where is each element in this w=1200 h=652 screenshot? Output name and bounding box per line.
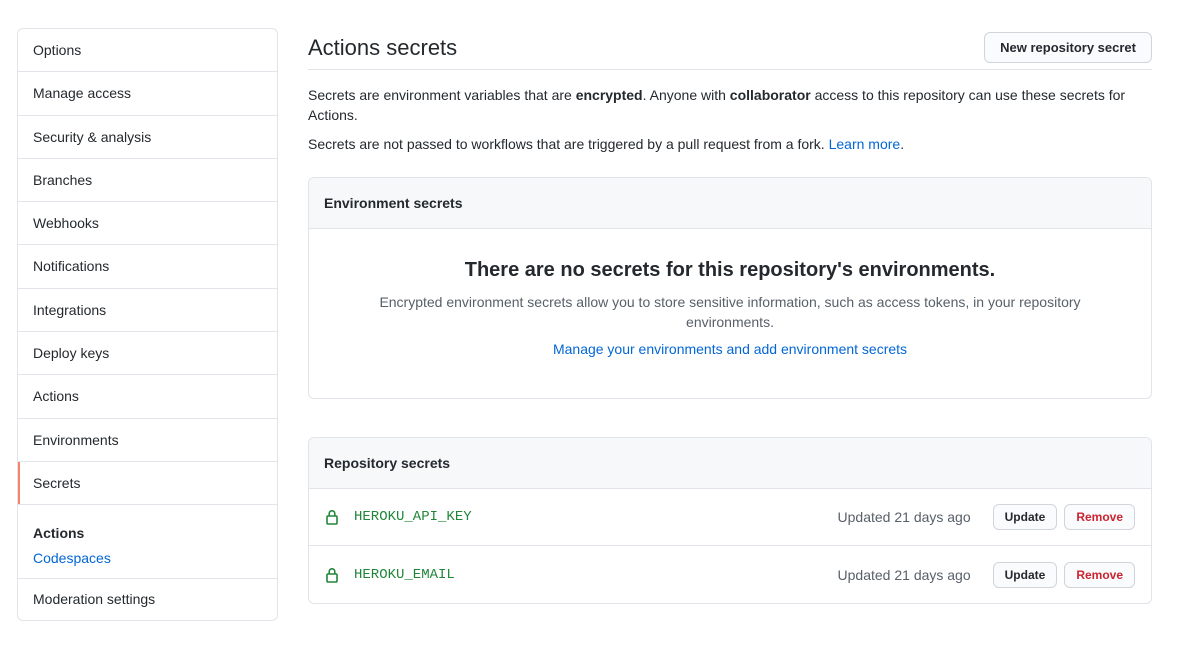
secret-name: HEROKU_API_KEY bbox=[354, 509, 472, 525]
secret-updated-time: Updated 21 days ago bbox=[837, 509, 971, 525]
sidebar-subitem-codespaces[interactable]: Codespaces bbox=[33, 550, 262, 566]
secret-updated-time: Updated 21 days ago bbox=[837, 566, 971, 583]
sidebar-item-integrations[interactable]: Integrations bbox=[18, 289, 277, 333]
environment-secrets-box: Environment secrets There are no secrets… bbox=[308, 177, 1152, 399]
environment-secrets-heading: Environment secrets bbox=[309, 178, 1151, 229]
sidebar-item-environments[interactable]: Environments bbox=[18, 419, 277, 462]
sidebar-item-secrets[interactable]: Secrets bbox=[18, 461, 277, 506]
remove-secret-button[interactable]: Remove bbox=[1064, 561, 1135, 588]
update-secret-button[interactable]: Update bbox=[992, 504, 1058, 530]
fork-notice: Secrets are not passed to workflows that… bbox=[308, 134, 1152, 154]
environment-secrets-blankslate: There are no secrets for this repository… bbox=[309, 229, 1151, 357]
lock-icon bbox=[325, 567, 339, 583]
sidebar-item-actions[interactable]: Actions bbox=[18, 375, 277, 419]
blankslate-text: Encrypted environment secrets allow you … bbox=[379, 294, 1081, 330]
sidebar-item-security-analysis[interactable]: Security & analysis bbox=[18, 116, 277, 159]
sidebar-secrets-subgroup: Actions Codespaces bbox=[18, 505, 277, 580]
new-repository-secret-button[interactable]: New repository secret bbox=[984, 32, 1152, 63]
sidebar-subitem-actions[interactable]: Actions bbox=[33, 525, 262, 541]
sidebar-item-moderation-settings[interactable]: Moderation settings bbox=[18, 579, 277, 620]
sidebar-item-options[interactable]: Options bbox=[18, 29, 277, 73]
fork-notice-end: . bbox=[900, 136, 905, 152]
desc-text: Secrets are environment variables that a… bbox=[308, 87, 576, 103]
blankslate-title: There are no secrets for this repository… bbox=[464, 259, 996, 281]
learn-more-link[interactable]: Learn more bbox=[829, 136, 901, 152]
desc-emphasis-collaborator: collaborator bbox=[729, 87, 811, 103]
sidebar-item-webhooks[interactable]: Webhooks bbox=[18, 202, 277, 246]
desc-emphasis-encrypted: encrypted bbox=[575, 87, 643, 103]
repository-secrets-box: Repository secrets HEROKU_API_KEY Update… bbox=[308, 437, 1152, 604]
page-title: Actions secrets bbox=[308, 34, 458, 60]
secret-name: HEROKU_EMAIL bbox=[354, 566, 455, 583]
settings-page: Options Manage access Security & analysi… bbox=[0, 0, 1200, 652]
secret-row: HEROKU_EMAIL Updated 21 days ago Update … bbox=[309, 546, 1151, 603]
remove-secret-button[interactable]: Remove bbox=[1064, 504, 1135, 530]
page-header: Actions secrets New repository secret bbox=[308, 28, 1152, 70]
sidebar-item-deploy-keys[interactable]: Deploy keys bbox=[18, 332, 277, 376]
lock-icon bbox=[325, 509, 339, 525]
fork-notice-text: Secrets are not passed to workflows that… bbox=[308, 136, 829, 152]
sidebar-item-manage-access[interactable]: Manage access bbox=[18, 72, 277, 116]
manage-environments-link[interactable]: Manage your environments and add environ… bbox=[553, 341, 907, 357]
settings-sidebar: Options Manage access Security & analysi… bbox=[17, 28, 278, 622]
secrets-description: Secrets are environment variables that a… bbox=[308, 85, 1152, 125]
main-content: Actions secrets New repository secret Se… bbox=[308, 28, 1152, 604]
repository-secrets-heading: Repository secrets bbox=[309, 438, 1151, 489]
sidebar-item-notifications[interactable]: Notifications bbox=[18, 245, 277, 289]
update-secret-button[interactable]: Update bbox=[992, 561, 1058, 588]
secret-row: HEROKU_API_KEY Updated 21 days ago Updat… bbox=[309, 489, 1151, 546]
sidebar-item-branches[interactable]: Branches bbox=[18, 159, 277, 203]
desc-text: . Anyone with bbox=[642, 87, 730, 103]
